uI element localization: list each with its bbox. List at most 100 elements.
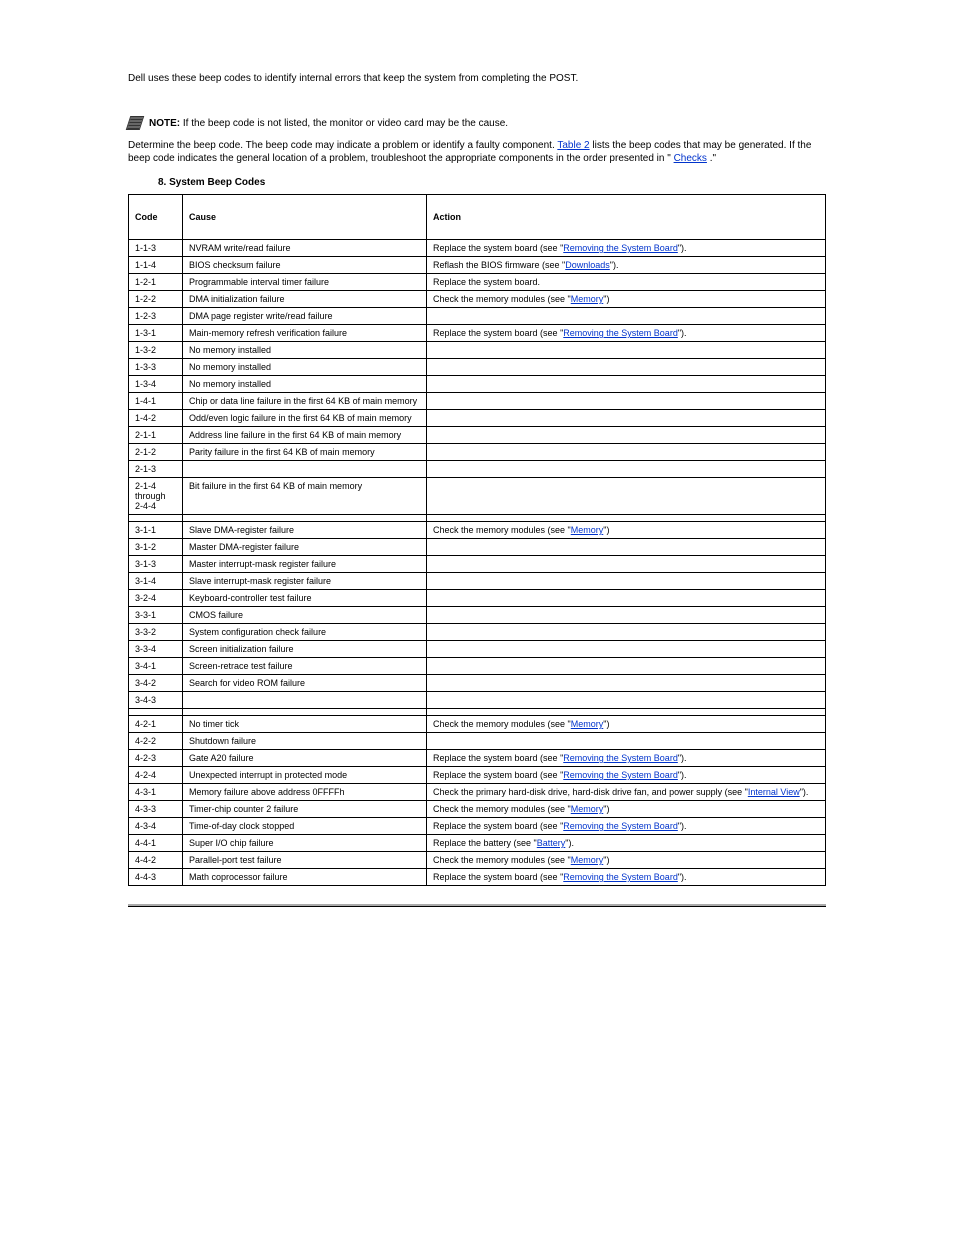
action-link[interactable]: Internal View	[748, 787, 800, 797]
cell-action	[427, 461, 826, 478]
table-row: 1-1-3NVRAM write/read failureReplace the…	[129, 240, 826, 257]
cell-cause: NVRAM write/read failure	[183, 240, 427, 257]
note-text: If the beep code is not listed, the moni…	[183, 118, 508, 129]
table-row: 1-3-4No memory installed	[129, 376, 826, 393]
action-link[interactable]: Memory	[571, 719, 604, 729]
cell-action: Replace the system board (see "Removing …	[427, 869, 826, 886]
table-header-cause: Cause	[183, 195, 427, 240]
cell-cause: No memory installed	[183, 359, 427, 376]
cell-cause: Search for video ROM failure	[183, 675, 427, 692]
table-row: 2-1-1Address line failure in the first 6…	[129, 427, 826, 444]
table-row: 3-2-4Keyboard-controller test failure	[129, 590, 826, 607]
cell-code: 4-3-1	[129, 784, 183, 801]
table-row: 3-4-2Search for video ROM failure	[129, 675, 826, 692]
cell-code: 3-1-4	[129, 573, 183, 590]
cell-cause: No memory installed	[183, 376, 427, 393]
cell-action: Replace the system board (see "Removing …	[427, 240, 826, 257]
cell-cause: Memory failure above address 0FFFFh	[183, 784, 427, 801]
table-row: 1-4-1Chip or data line failure in the fi…	[129, 393, 826, 410]
action-link[interactable]: Removing the System Board	[563, 753, 678, 763]
cell-action: Check the memory modules (see "Memory")	[427, 716, 826, 733]
cell-code: 4-2-4	[129, 767, 183, 784]
beep-codes-table: Code Cause Action 1-1-3NVRAM write/read …	[128, 194, 826, 886]
cell-cause: Parity failure in the first 64 KB of mai…	[183, 444, 427, 461]
cell-code: 1-1-4	[129, 257, 183, 274]
action-link[interactable]: Removing the System Board	[563, 770, 678, 780]
cell-action: Replace the system board (see "Removing …	[427, 767, 826, 784]
table-row: 3-1-4Slave interrupt-mask register failu…	[129, 573, 826, 590]
table-row: 3-1-2Master DMA-register failure	[129, 539, 826, 556]
cell-cause: Parallel-port test failure	[183, 852, 427, 869]
cell-cause: Screen-retrace test failure	[183, 658, 427, 675]
table-row: 4-2-4Unexpected interrupt in protected m…	[129, 767, 826, 784]
action-link[interactable]: Memory	[571, 294, 604, 304]
cell-cause: Time-of-day clock stopped	[183, 818, 427, 835]
table-row: 2-1-3	[129, 461, 826, 478]
cell-code: 4-4-3	[129, 869, 183, 886]
cell-action: Check the memory modules (see "Memory")	[427, 522, 826, 539]
action-link[interactable]: Downloads	[565, 260, 610, 270]
cell-cause: Keyboard-controller test failure	[183, 590, 427, 607]
cell-cause: System configuration check failure	[183, 624, 427, 641]
note-label: NOTE:	[149, 118, 183, 129]
cell-code: 3-4-3	[129, 692, 183, 709]
cell-cause: Chip or data line failure in the first 6…	[183, 393, 427, 410]
cell-code: 4-3-3	[129, 801, 183, 818]
link-table-2[interactable]: Table 2	[557, 140, 589, 151]
cell-cause: CMOS failure	[183, 607, 427, 624]
table-row: 1-3-2No memory installed	[129, 342, 826, 359]
table-row: 4-4-2Parallel-port test failureCheck the…	[129, 852, 826, 869]
table-row: 4-4-1Super I/O chip failureReplace the b…	[129, 835, 826, 852]
cell-cause: Bit failure in the first 64 KB of main m…	[183, 478, 427, 515]
cell-action	[427, 641, 826, 658]
action-link[interactable]: Removing the System Board	[563, 243, 678, 253]
cell-action: Replace the system board (see "Removing …	[427, 750, 826, 767]
action-link[interactable]: Removing the System Board	[563, 872, 678, 882]
cell-code: 2-1-4 through 2-4-4	[129, 478, 183, 515]
table-row: 3-3-4Screen initialization failure	[129, 641, 826, 658]
cell-cause	[183, 692, 427, 709]
cell-cause: Math coprocessor failure	[183, 869, 427, 886]
cell-cause: Slave interrupt-mask register failure	[183, 573, 427, 590]
cell-action: Replace the system board (see "Removing …	[427, 818, 826, 835]
action-link[interactable]: Memory	[571, 525, 604, 535]
cell-code	[129, 515, 183, 522]
cell-cause: DMA initialization failure	[183, 291, 427, 308]
table-row: 1-4-2Odd/even logic failure in the first…	[129, 410, 826, 427]
action-link[interactable]: Battery	[537, 838, 566, 848]
cell-code: 3-2-4	[129, 590, 183, 607]
table-row: 4-3-4Time-of-day clock stoppedReplace th…	[129, 818, 826, 835]
cell-cause: Slave DMA-register failure	[183, 522, 427, 539]
table-row: 3-3-1CMOS failure	[129, 607, 826, 624]
table-header-code: Code	[129, 195, 183, 240]
cell-action	[427, 590, 826, 607]
cell-cause: DMA page register write/read failure	[183, 308, 427, 325]
table-row	[129, 515, 826, 522]
cell-code: 2-1-3	[129, 461, 183, 478]
cell-cause	[183, 709, 427, 716]
intro-paragraph-1: Dell uses these beep codes to identify i…	[128, 72, 826, 85]
action-link[interactable]: Removing the System Board	[563, 328, 678, 338]
cell-code: 2-1-1	[129, 427, 183, 444]
table-row: 1-3-3No memory installed	[129, 359, 826, 376]
cell-action: Replace the system board.	[427, 274, 826, 291]
action-link[interactable]: Memory	[571, 855, 604, 865]
cell-code: 1-2-1	[129, 274, 183, 291]
cell-cause: Unexpected interrupt in protected mode	[183, 767, 427, 784]
action-link[interactable]: Memory	[571, 804, 604, 814]
table-row: 2-1-4 through 2-4-4Bit failure in the fi…	[129, 478, 826, 515]
cell-action	[427, 342, 826, 359]
cell-action	[427, 573, 826, 590]
table-row: 4-2-2Shutdown failure	[129, 733, 826, 750]
cell-action	[427, 444, 826, 461]
cell-action: Replace the system board (see "Removing …	[427, 325, 826, 342]
action-link[interactable]: Removing the System Board	[563, 821, 678, 831]
table-row: 3-1-3Master interrupt-mask register fail…	[129, 556, 826, 573]
cell-action	[427, 658, 826, 675]
cell-action: Check the memory modules (see "Memory")	[427, 291, 826, 308]
cell-code: 1-3-2	[129, 342, 183, 359]
link-checks[interactable]: Checks	[674, 153, 707, 164]
cell-action	[427, 733, 826, 750]
cell-cause: Screen initialization failure	[183, 641, 427, 658]
table-row: 1-2-1Programmable interval timer failure…	[129, 274, 826, 291]
